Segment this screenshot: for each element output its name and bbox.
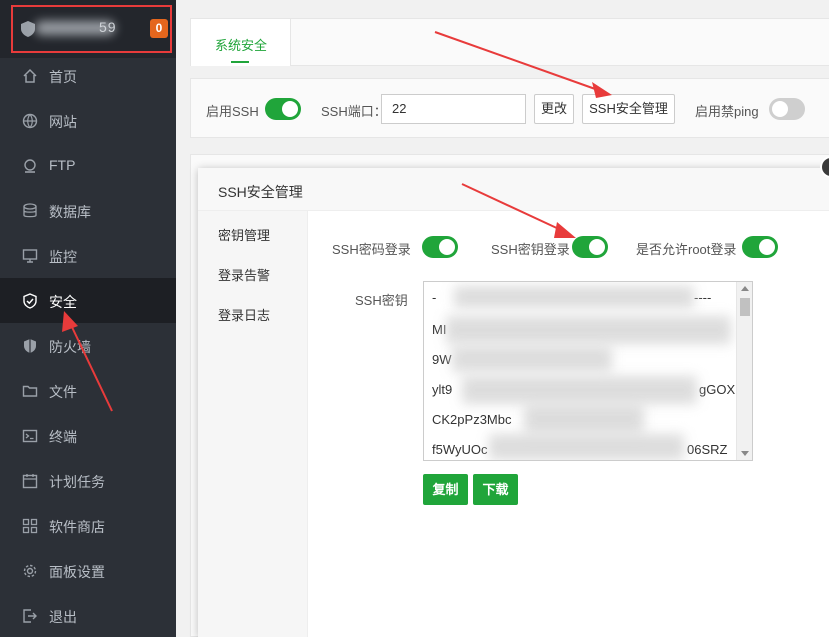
logout-icon: [22, 608, 38, 624]
ssh-key-label: SSH密钥: [355, 293, 408, 308]
shield-logo-icon: [21, 21, 35, 37]
gear-icon: [22, 563, 38, 579]
redacted-key-text: [524, 404, 644, 434]
key-login-label: SSH密钥登录: [491, 242, 570, 257]
modal-header: SSH安全管理: [198, 168, 829, 211]
globe-icon: [22, 113, 38, 129]
key-scrollbar[interactable]: [736, 282, 752, 460]
copy-key-button[interactable]: 复制: [423, 474, 468, 505]
root-login-label: 是否允许root登录: [636, 242, 737, 257]
apps-icon: [22, 518, 38, 534]
monitor-icon: [22, 248, 38, 264]
sidebar-item-settings[interactable]: 面板设置: [0, 548, 176, 593]
scroll-down-icon[interactable]: [741, 451, 749, 456]
redacted-key-text: [462, 376, 697, 404]
disable-ping-toggle[interactable]: [769, 98, 805, 120]
download-key-button[interactable]: 下载: [473, 474, 518, 505]
password-login-label: SSH密码登录: [332, 242, 411, 257]
sidebar-item-monitor[interactable]: 监控: [0, 233, 176, 278]
key-login-toggle[interactable]: [572, 236, 608, 258]
sidebar: 59 0 首页 网站 FTP 数据库 监控 安全 防火墙 文件 终端 计划任务 …: [0, 0, 176, 637]
redacted-key-text: [489, 434, 684, 460]
firewall-icon: [22, 338, 38, 354]
terminal-icon: [22, 428, 38, 444]
enable-ssh-label: 启用SSH: [206, 104, 259, 119]
server-name: 59: [99, 19, 117, 35]
sidebar-item-files[interactable]: 文件: [0, 368, 176, 413]
disable-ping-label: 启用禁ping: [695, 104, 759, 119]
calendar-icon: [22, 473, 38, 489]
tab-bar: 系统安全: [190, 18, 829, 66]
redacted-key-text: [446, 316, 731, 344]
modal-title: SSH安全管理: [218, 184, 303, 200]
side-item-login-log[interactable]: 登录日志: [218, 305, 270, 324]
password-login-toggle[interactable]: [422, 236, 458, 258]
enable-ssh-toggle[interactable]: [265, 98, 301, 120]
sidebar-item-home[interactable]: 首页: [0, 53, 176, 98]
notification-badge[interactable]: 0: [150, 19, 168, 38]
side-item-key-manage[interactable]: 密钥管理: [218, 225, 270, 244]
sidebar-item-store[interactable]: 软件商店: [0, 503, 176, 548]
tab-system-security[interactable]: 系统安全: [191, 19, 291, 66]
sidebar-item-ftp[interactable]: FTP: [0, 143, 176, 188]
scroll-thumb[interactable]: [740, 298, 750, 316]
sidebar-item-logout[interactable]: 退出: [0, 593, 176, 637]
folder-icon: [22, 383, 38, 399]
change-port-button[interactable]: 更改: [534, 94, 574, 124]
ftp-icon: [22, 158, 38, 174]
sidebar-item-cron[interactable]: 计划任务: [0, 458, 176, 503]
sidebar-item-firewall[interactable]: 防火墙: [0, 323, 176, 368]
sidebar-item-terminal[interactable]: 终端: [0, 413, 176, 458]
tab-underline: [231, 61, 249, 63]
ssh-security-manage-button[interactable]: SSH安全管理: [582, 94, 675, 124]
home-icon: [22, 68, 38, 84]
highlight-box: 59 0: [11, 5, 172, 53]
shield-check-icon: [22, 293, 38, 309]
ssh-key-textarea[interactable]: - ---- MI 9W ylt9 gGOX CK2pPz3Mbc f5WyUO…: [423, 281, 753, 461]
scroll-up-icon[interactable]: [741, 286, 749, 291]
sidebar-item-database[interactable]: 数据库: [0, 188, 176, 233]
ssh-manage-modal: SSH安全管理 密钥管理 登录告警 登录日志 SSH密码登录 SSH密钥登录 是…: [198, 168, 829, 637]
ssh-port-label: SSH端口：: [321, 104, 387, 119]
root-login-toggle[interactable]: [742, 236, 778, 258]
sidebar-item-security[interactable]: 安全: [0, 278, 176, 323]
sidebar-nav: 首页 网站 FTP 数据库 监控 安全 防火墙 文件 终端 计划任务 软件商店 …: [0, 53, 176, 637]
database-icon: [22, 203, 38, 219]
ssh-settings-row: 启用SSH SSH端口： 22 更改 SSH安全管理 启用禁ping: [190, 78, 829, 138]
redacted-key-text: [452, 346, 612, 372]
side-item-login-alert[interactable]: 登录告警: [218, 265, 270, 284]
modal-side-menu: 密钥管理 登录告警 登录日志: [198, 211, 308, 637]
redacted-key-text: [454, 286, 694, 308]
ssh-port-input[interactable]: 22: [381, 94, 526, 124]
brand-header: 59 0: [0, 0, 176, 58]
sidebar-item-website[interactable]: 网站: [0, 98, 176, 143]
